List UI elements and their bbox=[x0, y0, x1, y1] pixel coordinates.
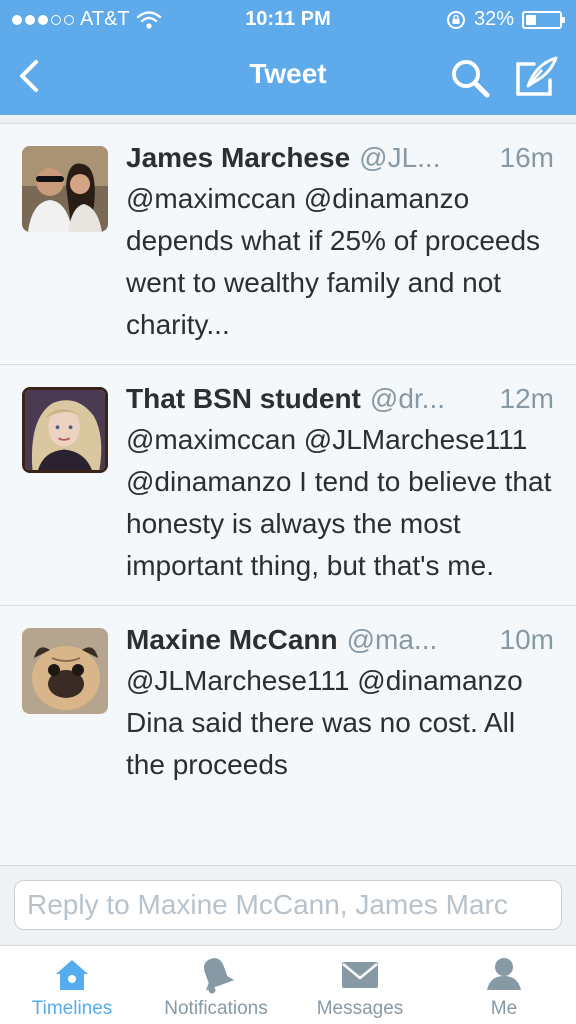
tweet-item[interactable]: James Marchese @JL... 16m @maximccan @di… bbox=[0, 123, 576, 364]
tab-messages[interactable]: Messages bbox=[288, 946, 432, 1024]
tweet-text: @maximccan @JLMarchese111 @dinamanzo I t… bbox=[126, 424, 552, 581]
avatar[interactable] bbox=[22, 146, 108, 232]
tab-notifications[interactable]: Notifications bbox=[144, 946, 288, 1024]
tweet-time: 16m bbox=[499, 142, 554, 173]
tab-label: Timelines bbox=[31, 998, 113, 1019]
battery-level-fill bbox=[526, 14, 537, 25]
tweet-text: @maximccan @dinamanzo depends what if 25… bbox=[126, 183, 541, 340]
tweet-body: That BSN student @dr... 12m @maximccan @… bbox=[126, 365, 554, 605]
avatar-image bbox=[25, 390, 105, 470]
reply-bar bbox=[0, 865, 576, 945]
author-handle: @dr... bbox=[369, 383, 446, 414]
search-button[interactable] bbox=[448, 56, 492, 100]
home-icon bbox=[56, 960, 88, 990]
status-bar: AT&T 10:11 PM 32% bbox=[0, 0, 576, 40]
battery-icon bbox=[522, 10, 565, 29]
battery-percent: 32% bbox=[473, 8, 514, 30]
tweet-body: Maxine McCann @ma... 10m @JLMarchese111 … bbox=[126, 606, 554, 804]
list-top-gap bbox=[0, 115, 576, 123]
battery-group: 32% bbox=[446, 8, 565, 31]
person-icon bbox=[487, 958, 521, 990]
tab-me[interactable]: Me bbox=[432, 946, 576, 1024]
tweet-body: James Marchese @JL... 16m @maximccan @di… bbox=[126, 124, 554, 364]
tweet-time: 10m bbox=[499, 624, 554, 655]
compose-button[interactable] bbox=[514, 54, 560, 100]
author-name[interactable]: That BSN student bbox=[126, 383, 361, 415]
tweet-text: @JLMarchese111 @dinamanzo Dina said ther… bbox=[126, 665, 523, 780]
tab-label: Messages bbox=[316, 998, 404, 1019]
tweet-list[interactable]: James Marchese @JL... 16m @maximccan @di… bbox=[0, 115, 576, 865]
reply-input[interactable] bbox=[14, 880, 562, 930]
avatar[interactable] bbox=[22, 628, 108, 714]
author-handle: @JL... bbox=[359, 142, 441, 173]
author-name[interactable]: James Marchese bbox=[126, 142, 350, 174]
nav-bar: Tweet bbox=[0, 40, 576, 115]
tweet-header: That BSN student @dr... 12m bbox=[126, 383, 554, 419]
tab-bar: Timelines Notifications Messages Me bbox=[0, 945, 576, 1024]
tweet-header: James Marchese @JL... 16m bbox=[126, 142, 554, 178]
author-handle: @ma... bbox=[346, 624, 438, 655]
avatar-image bbox=[22, 628, 108, 714]
avatar[interactable] bbox=[22, 387, 108, 473]
tab-label: Notifications bbox=[164, 998, 268, 1019]
tweet-item[interactable]: That BSN student @dr... 12m @maximccan @… bbox=[0, 364, 576, 605]
tweet-item[interactable]: Maxine McCann @ma... 10m @JLMarchese111 … bbox=[0, 605, 576, 804]
compose-icon bbox=[516, 56, 558, 96]
tweet-time: 12m bbox=[499, 383, 554, 414]
envelope-icon bbox=[342, 962, 378, 988]
bell-icon bbox=[204, 958, 235, 994]
author-name[interactable]: Maxine McCann bbox=[126, 624, 338, 656]
search-icon bbox=[452, 60, 490, 98]
tab-label: Me bbox=[490, 998, 518, 1019]
tab-timelines[interactable]: Timelines bbox=[0, 946, 144, 1024]
top-header: AT&T 10:11 PM 32% Tweet bbox=[0, 0, 576, 115]
tweet-header: Maxine McCann @ma... 10m bbox=[126, 624, 554, 660]
avatar-image bbox=[22, 146, 108, 232]
rotation-lock-icon bbox=[446, 10, 465, 29]
